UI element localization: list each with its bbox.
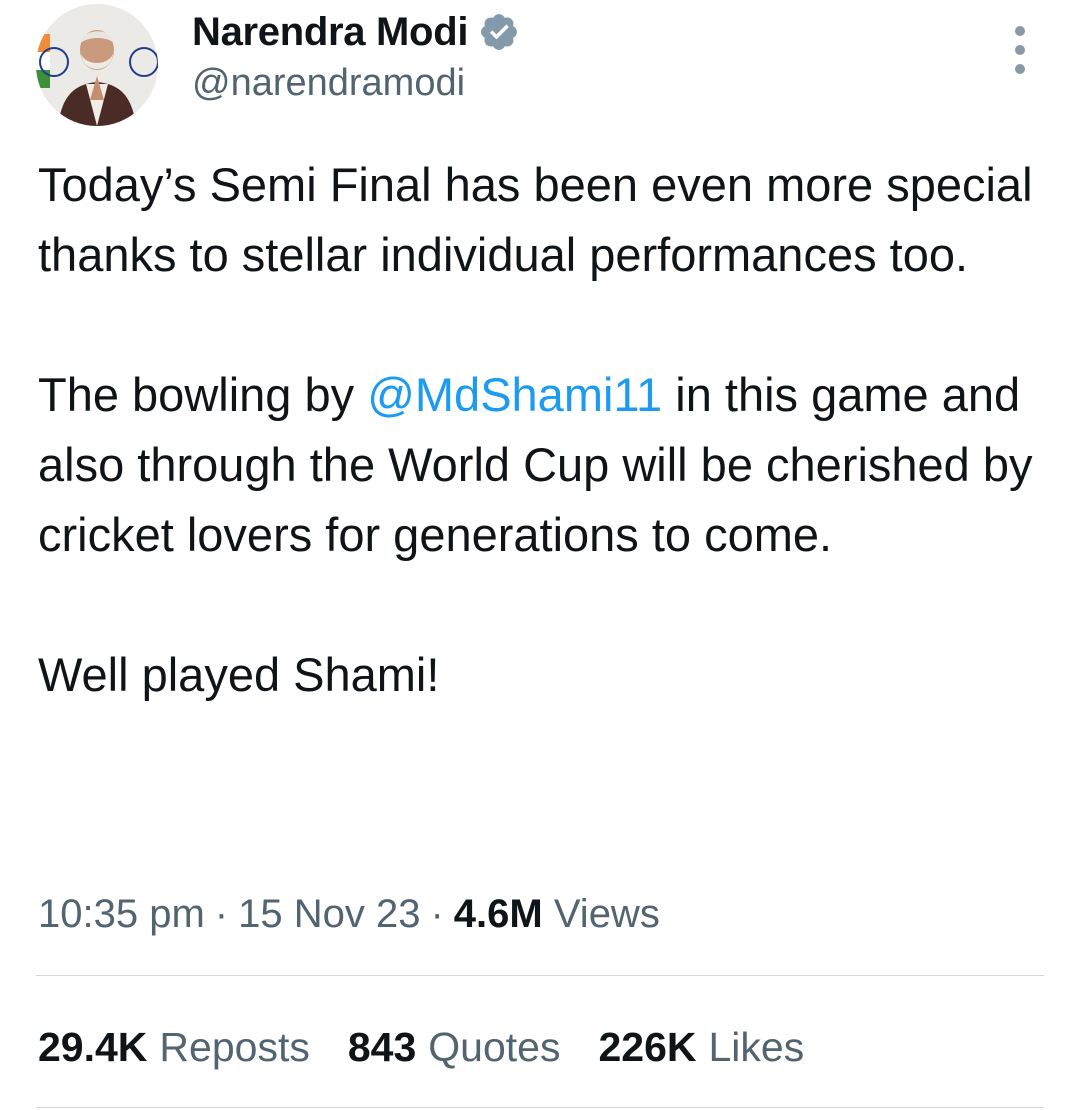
likes-stat[interactable]: 226K Likes: [598, 1020, 804, 1074]
more-vertical-icon: [1015, 26, 1025, 36]
reposts-count: 29.4K: [38, 1024, 148, 1070]
tweet-paragraph-1: Today’s Semi Final has been even more sp…: [38, 158, 1033, 281]
display-name[interactable]: Narendra Modi: [192, 8, 468, 56]
meta-separator: ·: [214, 892, 229, 936]
tweet-meta: 10:35 pm · 15 Nov 23 · 4.6M Views: [38, 888, 660, 940]
reposts-label: Reposts: [159, 1024, 310, 1070]
avatar-photo: [36, 4, 158, 126]
more-options-button[interactable]: [1002, 26, 1038, 74]
avatar[interactable]: [36, 4, 158, 126]
tweet-paragraph-2: The bowling by @MdShami11 in this game a…: [38, 360, 1048, 570]
user-info[interactable]: Narendra Modi @narendramodi: [192, 8, 520, 106]
divider-bottom: [36, 1107, 1044, 1108]
reposts-stat[interactable]: 29.4K Reposts: [38, 1020, 310, 1074]
divider: [36, 975, 1044, 976]
more-vertical-icon-dot-2: [1015, 45, 1025, 55]
views-label: Views: [553, 892, 660, 936]
engagement-stats: 29.4K Reposts 843 Quotes 226K Likes: [38, 1020, 842, 1074]
likes-count: 226K: [598, 1024, 697, 1070]
tweet-detail: Narendra Modi @narendramodi Today’s Semi…: [0, 0, 1080, 1110]
user-handle[interactable]: @narendramodi: [192, 60, 520, 106]
meta-separator-2: ·: [430, 892, 444, 936]
tweet-text: Today’s Semi Final has been even more sp…: [38, 150, 1048, 710]
views-count: 4.6M: [453, 892, 543, 936]
mention-link[interactable]: @MdShami11: [367, 368, 662, 421]
quotes-label: Quotes: [428, 1024, 561, 1070]
tweet-time[interactable]: 10:35 pm: [38, 892, 205, 936]
quotes-stat[interactable]: 843 Quotes: [348, 1020, 561, 1074]
tweet-paragraph-3: Well played Shami!: [38, 648, 440, 701]
likes-label: Likes: [708, 1024, 805, 1070]
tweet-paragraph-2-start: The bowling by: [38, 368, 368, 421]
name-row: Narendra Modi: [192, 8, 520, 56]
quotes-count: 843: [347, 1024, 417, 1070]
more-vertical-icon-dot-3: [1015, 64, 1025, 74]
verified-badge-icon: [478, 11, 520, 53]
tweet-date[interactable]: 15 Nov 23: [238, 892, 420, 936]
